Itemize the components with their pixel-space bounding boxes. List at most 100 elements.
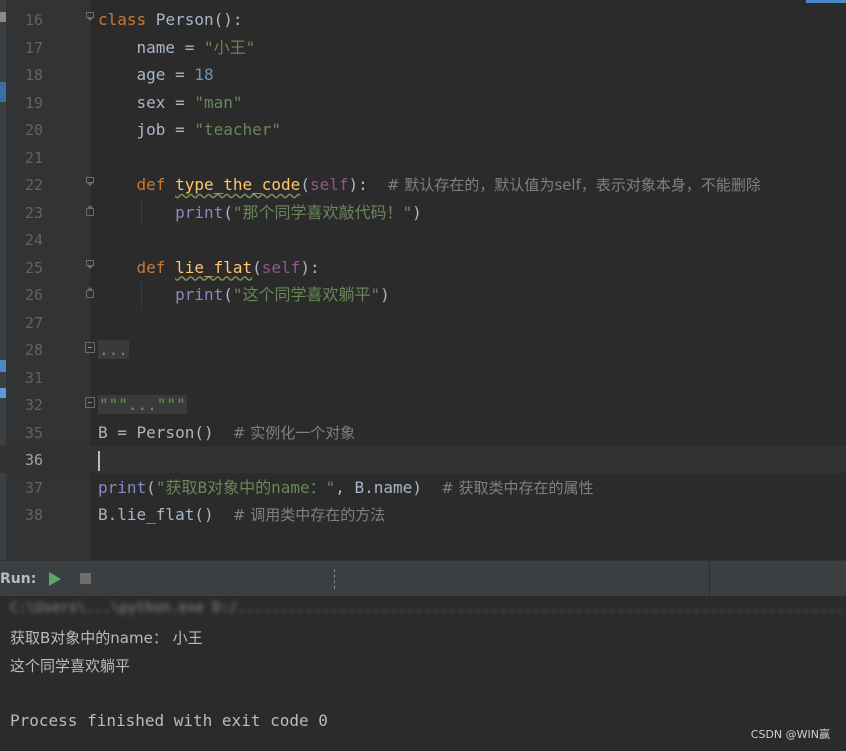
code-token: age = bbox=[98, 65, 195, 84]
line-number: 32 bbox=[24, 396, 43, 414]
toolbar-divider bbox=[709, 561, 710, 597]
stop-icon[interactable] bbox=[80, 573, 91, 584]
run-console[interactable]: C:\Users\...\python.exe D:/.............… bbox=[0, 596, 846, 751]
code-token: class bbox=[98, 10, 147, 29]
fold-marker-icon[interactable] bbox=[85, 259, 95, 271]
code-line[interactable]: 21 bbox=[0, 144, 846, 171]
code-token: Person(): bbox=[146, 10, 243, 29]
code-line[interactable]: 20 job = "teacher" bbox=[0, 116, 846, 143]
code-token: # 默认存在的，默认值为self，表示对象本身，不能删除 bbox=[387, 176, 761, 194]
code-line[interactable]: 22 def type_the_code(self): # 默认存在的，默认值为… bbox=[0, 171, 846, 198]
code-token: B = Person() bbox=[98, 422, 233, 442]
code-text: ... bbox=[98, 340, 129, 359]
code-line[interactable]: 37 print("获取B对象中的name：", B.name) # 获取类中存在… bbox=[0, 474, 846, 501]
code-text: """...""" bbox=[98, 395, 187, 414]
line-number: 27 bbox=[24, 313, 43, 332]
code-line[interactable]: 16 class Person(): bbox=[0, 6, 846, 33]
line-number: 25 bbox=[24, 258, 43, 277]
code-line[interactable]: 31 bbox=[0, 364, 846, 391]
fold-marker-icon[interactable] bbox=[85, 204, 95, 216]
code-text: print("获取B对象中的name：", B.name) # 获取类中存在的属… bbox=[98, 478, 594, 498]
line-number: 16 bbox=[24, 11, 43, 29]
console-output-line: 这个同学喜欢躺平 bbox=[10, 657, 131, 675]
code-text: name = "小王" bbox=[98, 37, 256, 57]
code-line[interactable]: 38 B.lie_flat() # 调用类中存在的方法 bbox=[0, 501, 846, 528]
code-token: name = bbox=[98, 37, 204, 57]
code-token: ... bbox=[98, 340, 129, 359]
scrollbar-thumb[interactable] bbox=[806, 0, 846, 3]
code-token: "man" bbox=[194, 92, 243, 112]
code-text: def lie_flat(self): bbox=[98, 258, 320, 277]
toolbar-divider bbox=[334, 569, 336, 589]
line-number: 17 bbox=[24, 38, 43, 57]
code-editor[interactable]: 16 class Person(): 17 name = "小王" 18 age = … bbox=[0, 0, 846, 560]
code-line[interactable]: 23 print("那个同学喜欢敲代码！") bbox=[0, 198, 846, 226]
code-line[interactable]: 17 name = "小王" bbox=[0, 34, 846, 61]
code-token: sex = bbox=[98, 92, 195, 112]
code-token: def bbox=[136, 257, 166, 277]
play-icon[interactable] bbox=[49, 572, 61, 586]
code-line[interactable]: 32 """...""" bbox=[0, 391, 846, 418]
code-token: print bbox=[98, 477, 147, 497]
line-number: 20 bbox=[24, 121, 43, 139]
code-text: sex = "man" bbox=[98, 93, 243, 112]
line-number: 19 bbox=[24, 93, 43, 112]
code-line[interactable]: 36 bbox=[0, 446, 846, 473]
line-number: 26 bbox=[24, 286, 43, 304]
fold-marker-icon[interactable] bbox=[85, 12, 95, 23]
watermark: CSDN @WIN赢 bbox=[750, 728, 830, 741]
code-token: # 调用类中存在的方法 bbox=[232, 506, 386, 524]
code-text bbox=[98, 450, 100, 471]
console-command-line: C:\Users\...\python.exe D:/.............… bbox=[10, 600, 844, 616]
code-token: "获取B对象中的name：" bbox=[155, 477, 336, 497]
line-number: 24 bbox=[24, 231, 43, 249]
line-number: 28 bbox=[24, 341, 43, 359]
console-output-line: 获取B对象中的name： 小王 bbox=[10, 629, 203, 647]
text-caret bbox=[98, 450, 100, 471]
code-token: print bbox=[175, 285, 224, 304]
line-number: 31 bbox=[24, 368, 43, 387]
code-token: ): bbox=[300, 257, 320, 277]
console-exit-message: Process finished with exit code 0 bbox=[10, 711, 328, 730]
code-token: lie_flat bbox=[175, 257, 253, 277]
code-token: ( bbox=[300, 175, 310, 194]
code-line[interactable]: 27 bbox=[0, 309, 846, 336]
code-line[interactable]: 19 sex = "man" bbox=[0, 89, 846, 116]
code-line[interactable]: 24 bbox=[0, 226, 846, 253]
line-number: 18 bbox=[24, 66, 43, 84]
run-toolbar: Run: bbox=[0, 560, 846, 597]
code-token: ( bbox=[223, 285, 233, 304]
code-token: self bbox=[261, 257, 301, 277]
line-number: 22 bbox=[24, 176, 43, 194]
code-line[interactable]: 26 print("这个同学喜欢躺平") bbox=[0, 281, 846, 308]
code-token: type_the_code bbox=[175, 175, 301, 194]
code-text: age = 18 bbox=[98, 65, 214, 84]
fold-marker-icon[interactable] bbox=[85, 397, 95, 408]
code-token: # 实例化一个对象 bbox=[232, 423, 356, 442]
code-token: ( bbox=[146, 477, 156, 497]
code-token: B.lie_flat() bbox=[98, 505, 233, 524]
code-text: B.lie_flat() # 调用类中存在的方法 bbox=[98, 505, 385, 525]
code-token: print bbox=[175, 202, 224, 222]
code-token: "小王" bbox=[203, 37, 256, 57]
line-number: 35 bbox=[24, 423, 43, 442]
code-token: , B.name) bbox=[335, 477, 442, 497]
code-token: ) bbox=[412, 202, 422, 222]
fold-marker-icon[interactable] bbox=[85, 287, 95, 298]
code-line[interactable]: 18 age = 18 bbox=[0, 61, 846, 88]
line-number: 38 bbox=[24, 506, 43, 524]
code-text: print("这个同学喜欢躺平") bbox=[98, 285, 390, 304]
code-line[interactable]: 28... bbox=[0, 336, 846, 363]
code-line[interactable]: 35 B = Person() # 实例化一个对象 bbox=[0, 419, 846, 446]
line-number: 23 bbox=[24, 203, 43, 222]
fold-marker-icon[interactable] bbox=[85, 342, 95, 353]
code-token: def bbox=[136, 175, 166, 194]
code-token: "这个同学喜欢躺平" bbox=[232, 285, 381, 304]
code-line[interactable]: 25 def lie_flat(self): bbox=[0, 254, 846, 281]
fold-marker-icon[interactable] bbox=[85, 177, 95, 188]
code-text: print("那个同学喜欢敲代码！") bbox=[98, 203, 422, 222]
